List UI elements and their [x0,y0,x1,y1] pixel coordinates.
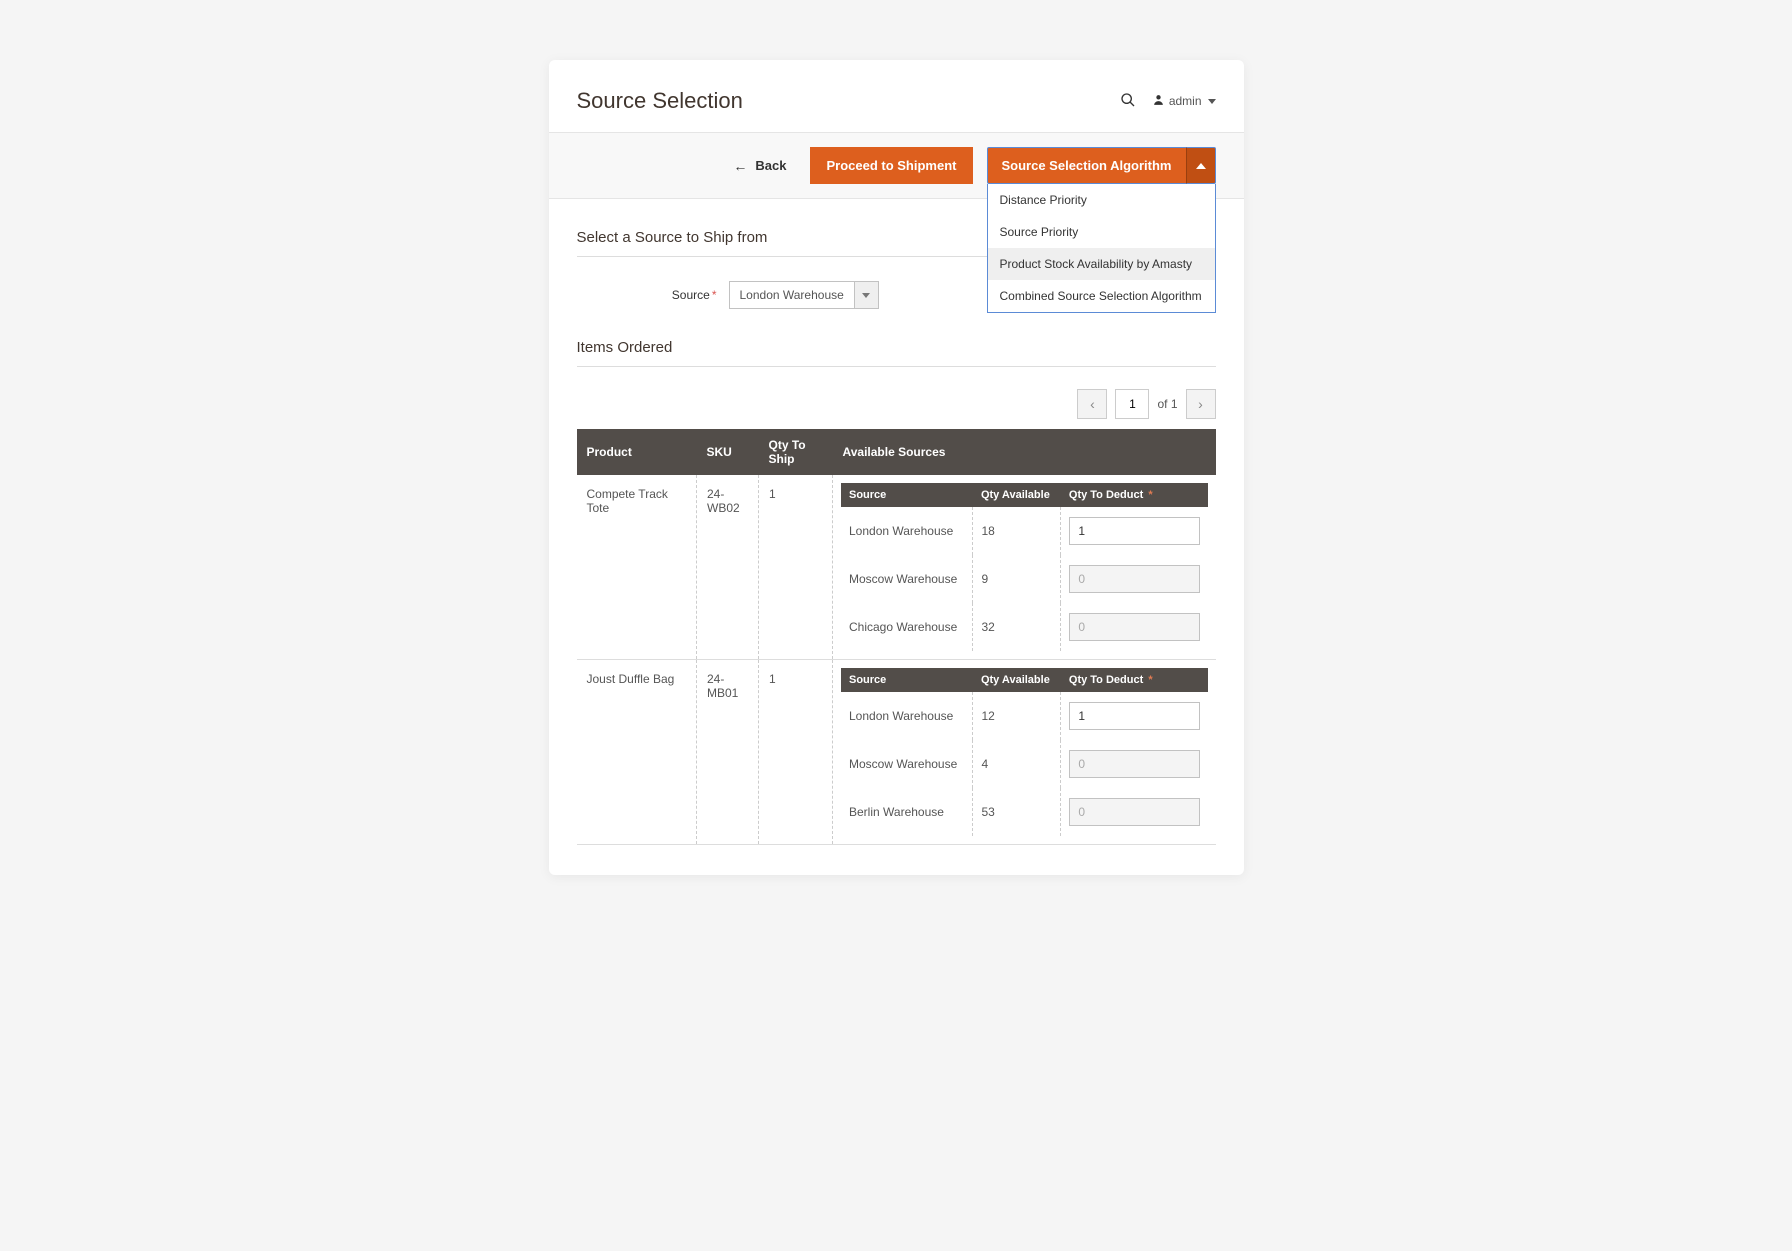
col-inner-qty-available: Qty Available [973,483,1061,507]
page-card: Source Selection admin ← Back Proceed to… [549,60,1244,875]
items-ordered-title: Items Ordered [577,339,1216,367]
source-row: Moscow Warehouse4 [841,740,1208,788]
cell-source-name: London Warehouse [841,507,973,555]
cell-source-name: Moscow Warehouse [841,555,973,603]
cell-qty-to-deduct [1061,788,1208,836]
cell-source-name: London Warehouse [841,692,973,740]
caret-down-icon [862,293,870,298]
cell-qty-to-deduct [1061,507,1208,555]
algorithm-option[interactable]: Combined Source Selection Algorithm [988,280,1215,312]
pagination: ‹ of 1 › [577,389,1216,419]
chevron-left-icon: ‹ [1090,396,1095,412]
qty-to-deduct-input[interactable] [1069,702,1199,730]
algorithm-split-button: Source Selection Algorithm Distance Prio… [987,147,1216,184]
page-title: Source Selection [577,88,743,114]
cell-qty-to-deduct [1061,555,1208,603]
sources-table: SourceQty AvailableQty To Deduct *London… [841,668,1208,836]
cell-product: Compete Track Tote [577,475,697,660]
cell-qty-available: 9 [973,555,1061,603]
cell-available-sources: SourceQty AvailableQty To Deduct *London… [833,660,1216,845]
col-inner-source: Source [841,483,973,507]
cell-qty-to-ship: 1 [759,660,833,845]
algorithm-dropdown: Distance PrioritySource PriorityProduct … [987,184,1216,313]
proceed-button[interactable]: Proceed to Shipment [810,147,972,184]
cell-qty-available: 18 [973,507,1061,555]
items-table: Product SKU Qty To Ship Available Source… [577,429,1216,845]
source-field-label: Source* [577,288,717,302]
chevron-right-icon: › [1198,396,1203,412]
cell-qty-to-ship: 1 [759,475,833,660]
search-icon[interactable] [1120,92,1136,111]
source-row: Moscow Warehouse9 [841,555,1208,603]
algorithm-option[interactable]: Product Stock Availability by Amasty [988,248,1215,280]
source-row: London Warehouse12 [841,692,1208,740]
source-select[interactable]: London Warehouse [729,281,879,309]
table-row: Compete Track Tote24-WB021SourceQty Avai… [577,475,1216,660]
cell-qty-to-deduct [1061,740,1208,788]
source-row: Berlin Warehouse53 [841,788,1208,836]
sources-table: SourceQty AvailableQty To Deduct *London… [841,483,1208,651]
page-input[interactable] [1115,389,1149,419]
back-button[interactable]: ← Back [723,147,796,184]
header-actions: admin [1120,92,1216,111]
cell-sku: 24-MB01 [697,660,759,845]
qty-to-deduct-input [1069,750,1199,778]
algorithm-toggle[interactable] [1186,147,1216,184]
col-inner-qty-to-deduct: Qty To Deduct * [1061,668,1208,692]
cell-qty-available: 4 [973,740,1061,788]
back-button-label: Back [755,158,786,173]
cell-available-sources: SourceQty AvailableQty To Deduct *London… [833,475,1216,660]
source-select-value: London Warehouse [730,282,854,308]
col-inner-qty-to-deduct: Qty To Deduct * [1061,483,1208,507]
source-select-caret [854,282,878,308]
col-inner-source: Source [841,668,973,692]
user-menu[interactable]: admin [1152,93,1216,109]
qty-to-deduct-input[interactable] [1069,517,1199,545]
caret-down-icon [1208,99,1216,104]
toolbar: ← Back Proceed to Shipment Source Select… [549,132,1244,199]
qty-to-deduct-input [1069,613,1199,641]
cell-sku: 24-WB02 [697,475,759,660]
required-asterisk: * [1148,674,1152,686]
col-product: Product [577,429,697,475]
page-next-button[interactable]: › [1186,389,1216,419]
cell-qty-available: 12 [973,692,1061,740]
cell-source-name: Moscow Warehouse [841,740,973,788]
page-of-label: of 1 [1157,397,1177,411]
cell-qty-to-deduct [1061,692,1208,740]
cell-source-name: Berlin Warehouse [841,788,973,836]
algorithm-option[interactable]: Source Priority [988,216,1215,248]
cell-source-name: Chicago Warehouse [841,603,973,651]
col-available-sources: Available Sources [833,429,1216,475]
col-sku: SKU [697,429,759,475]
required-asterisk: * [1148,489,1152,501]
table-row: Joust Duffle Bag24-MB011SourceQty Availa… [577,660,1216,845]
qty-to-deduct-input [1069,565,1199,593]
source-row: London Warehouse18 [841,507,1208,555]
user-icon [1152,93,1165,109]
qty-to-deduct-input [1069,798,1199,826]
page-prev-button[interactable]: ‹ [1077,389,1107,419]
cell-product: Joust Duffle Bag [577,660,697,845]
cell-qty-available: 32 [973,603,1061,651]
algorithm-option[interactable]: Distance Priority [988,184,1215,216]
algorithm-button[interactable]: Source Selection Algorithm [987,147,1186,184]
user-label: admin [1169,94,1202,108]
cell-qty-to-deduct [1061,603,1208,651]
header: Source Selection admin [577,88,1216,114]
col-qty-to-ship: Qty To Ship [759,429,833,475]
caret-up-icon [1196,163,1206,169]
required-asterisk: * [712,288,717,302]
arrow-left-icon: ← [733,159,747,173]
col-inner-qty-available: Qty Available [973,668,1061,692]
source-row: Chicago Warehouse32 [841,603,1208,651]
cell-qty-available: 53 [973,788,1061,836]
